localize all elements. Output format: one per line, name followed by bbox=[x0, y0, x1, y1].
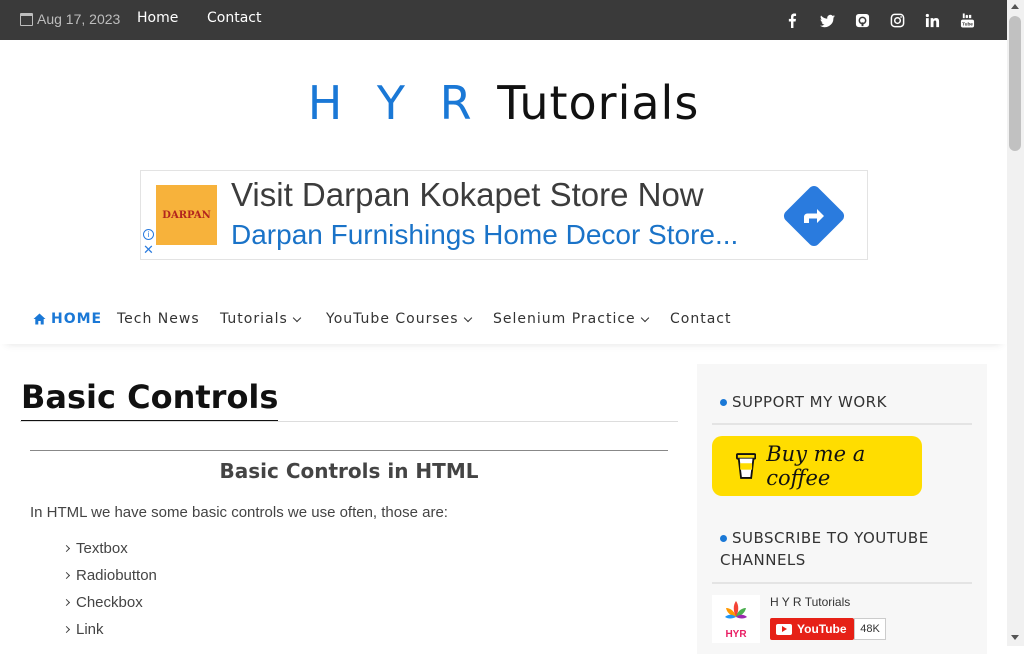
chevron-right-icon bbox=[62, 598, 71, 607]
buy-me-a-coffee-button[interactable]: Buy me a coffee bbox=[712, 436, 922, 496]
youtube-play-icon bbox=[776, 623, 792, 635]
ad-close-icon[interactable]: ✕ bbox=[143, 243, 154, 256]
ad-brand-logo: DARPAN bbox=[156, 185, 217, 245]
date-text: Aug 17, 2023 bbox=[37, 11, 121, 27]
list-item: Checkbox bbox=[62, 589, 157, 616]
controls-list: Textbox Radiobutton Checkbox Link bbox=[62, 535, 157, 643]
chevron-right-icon bbox=[62, 544, 71, 553]
nav-youtube-courses-label: YouTube Courses bbox=[326, 311, 459, 327]
nav-contact-label: Contact bbox=[670, 311, 732, 327]
nav-home[interactable]: HOME bbox=[33, 311, 102, 327]
hyr-logo-icon: HYR bbox=[725, 601, 747, 640]
bullet-dot bbox=[720, 535, 727, 542]
chevron-right-icon bbox=[62, 625, 71, 634]
list-item: Radiobutton bbox=[62, 562, 157, 589]
chevron-down-icon bbox=[292, 313, 302, 322]
widget-divider bbox=[712, 423, 972, 425]
nav-tutorials[interactable]: Tutorials bbox=[220, 311, 302, 327]
turn-right-arrow-icon bbox=[804, 209, 824, 223]
chevron-right-icon bbox=[62, 571, 71, 580]
twitter-icon[interactable] bbox=[819, 12, 835, 28]
scroll-down-arrow[interactable] bbox=[1011, 635, 1019, 640]
instagram-icon[interactable] bbox=[889, 12, 905, 28]
sidebar: SUPPORT MY WORK Buy me a coffee SUBSCRIB… bbox=[697, 364, 987, 654]
home-icon bbox=[33, 313, 46, 325]
page-scrollbar[interactable] bbox=[1007, 0, 1024, 646]
youtube-subscribe-button[interactable]: YouTube bbox=[770, 618, 854, 640]
top-link-contact[interactable]: Contact bbox=[207, 10, 261, 26]
section-heading: Basic Controls in HTML bbox=[219, 459, 479, 483]
ad-subline[interactable]: Darpan Furnishings Home Decor Store... bbox=[231, 219, 738, 251]
page-title: Basic Controls bbox=[21, 378, 279, 422]
chevron-down-icon bbox=[640, 313, 649, 322]
top-bar: Aug 17, 2023 Home Contact Tube bbox=[0, 0, 1007, 40]
channel-name[interactable]: H Y R Tutorials bbox=[770, 595, 850, 609]
github-icon[interactable] bbox=[854, 12, 870, 28]
scroll-up-arrow[interactable] bbox=[1011, 4, 1019, 9]
nav-selenium-practice-label: Selenium Practice bbox=[493, 311, 636, 327]
subscribe-widget-title: SUBSCRIBE TO YOUTUBE CHANNELS bbox=[720, 529, 929, 569]
logo-tutorials: Tutorials bbox=[497, 76, 700, 130]
linkedin-icon[interactable] bbox=[924, 12, 940, 28]
widget-divider bbox=[712, 582, 972, 584]
chevron-down-icon bbox=[463, 313, 472, 322]
nav-tech-news-label: Tech News bbox=[117, 311, 200, 327]
date-display: Aug 17, 2023 bbox=[20, 11, 120, 27]
top-link-home[interactable]: Home bbox=[137, 10, 178, 26]
coffee-cup-icon bbox=[736, 453, 757, 479]
nav-selenium-practice[interactable]: Selenium Practice bbox=[493, 311, 649, 327]
youtube-channel-card: HYR H Y R Tutorials YouTube 48K bbox=[712, 595, 972, 645]
facebook-icon[interactable] bbox=[784, 12, 800, 28]
ad-headline[interactable]: Visit Darpan Kokapet Store Now bbox=[231, 176, 704, 214]
support-widget-title: SUPPORT MY WORK bbox=[720, 391, 887, 413]
nav-tech-news[interactable]: Tech News bbox=[117, 311, 200, 327]
nav-youtube-courses[interactable]: YouTube Courses bbox=[326, 311, 472, 327]
youtube-label: YouTube bbox=[797, 622, 847, 636]
list-item: Textbox bbox=[62, 535, 157, 562]
nav-home-label: HOME bbox=[51, 311, 103, 327]
nav-tutorials-label: Tutorials bbox=[220, 311, 288, 327]
subscriber-count: 48K bbox=[854, 618, 886, 640]
site-logo[interactable]: H Y R Tutorials bbox=[0, 76, 1007, 130]
intro-text: In HTML we have some basic controls we u… bbox=[30, 504, 448, 521]
calendar-icon bbox=[20, 12, 33, 26]
youtube-icon[interactable]: Tube bbox=[959, 12, 975, 28]
advertisement-banner[interactable]: DARPAN Visit Darpan Kokapet Store Now Da… bbox=[140, 170, 868, 260]
ad-info-icon[interactable]: i bbox=[143, 229, 154, 240]
svg-text:Tube: Tube bbox=[962, 21, 973, 26]
svg-text:HYR: HYR bbox=[725, 629, 747, 640]
nav-contact[interactable]: Contact bbox=[670, 311, 731, 327]
title-divider bbox=[20, 421, 678, 422]
logo-hyr: H Y R bbox=[307, 76, 482, 130]
bullet-dot bbox=[720, 399, 727, 406]
list-item: Link bbox=[62, 616, 157, 643]
content-divider bbox=[30, 450, 668, 451]
main-navigation: HOME Tech News Tutorials YouTube Courses… bbox=[0, 296, 1007, 344]
scroll-thumb[interactable] bbox=[1009, 16, 1021, 151]
coffee-label: Buy me a coffee bbox=[766, 442, 866, 490]
channel-avatar[interactable]: HYR bbox=[712, 595, 760, 643]
